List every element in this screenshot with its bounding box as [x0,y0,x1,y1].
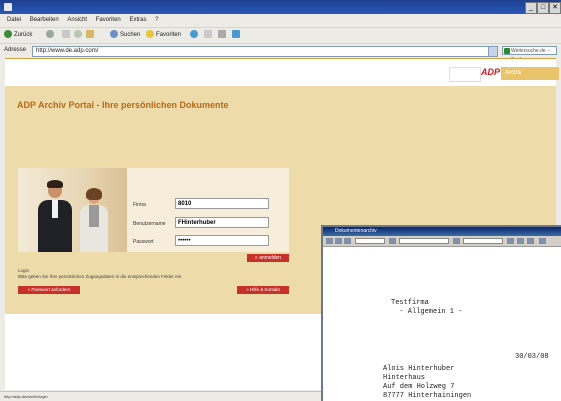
stop-button[interactable] [62,30,72,41]
search-provider-icon [504,48,510,54]
menu-ansicht[interactable]: Ansicht [67,14,87,27]
close-button[interactable]: ✕ [549,2,561,14]
title-bar: _ □ ✕ [0,0,561,14]
menu-extras[interactable]: Extras [129,14,146,27]
maximize-button[interactable]: □ [537,2,549,14]
address-label: Adresse [4,47,27,53]
search-icon [110,30,118,39]
toolbar-search-field[interactable]: Weitersuche.de – Suche [502,46,557,63]
favorites-label: Favoriten [156,32,182,38]
menu-bar: Datei Bearbeiten Ansicht Favoriten Extra… [0,14,561,27]
stop-icon [62,30,70,39]
people-photo [18,168,127,252]
hint-text: Bitte geben Sie Ihre persönlichen Zugang… [18,274,183,279]
refresh-button[interactable] [74,30,84,41]
menu-favoriten[interactable]: Favoriten [96,14,121,27]
benutzername-label: Benutzername [133,221,166,227]
media-button[interactable] [190,30,200,41]
viewer-zoom-field[interactable] [399,238,449,244]
minimize-button[interactable]: _ [525,2,537,14]
firma-label: Firma [133,202,146,208]
request-password-button[interactable]: » Passwort anfordern [18,286,80,294]
print-icon [218,30,226,39]
login-button[interactable]: » anmelden [247,254,289,262]
home-icon [86,30,94,39]
viewer-fit-icon[interactable] [539,238,546,244]
viewer-toolbar [323,236,561,247]
doc-line-2: - Allgemein 1 - [391,308,463,316]
doc-address-city: 87777 Hinterhainingen [383,392,472,400]
passwort-input[interactable]: •••••• [175,235,269,246]
favorites-button[interactable]: Favoriten [146,30,181,41]
edit-icon [232,30,240,39]
address-dropdown-icon[interactable] [488,46,498,57]
help-contact-button[interactable]: » Hilfe & Kontakt [237,286,289,294]
adp-logo: ADP [481,67,501,77]
viewer-next-icon[interactable] [453,238,460,244]
page-title: ADP Archiv Portal - Ihre persönlichen Do… [17,100,229,110]
benutzername-input[interactable]: FHinterhuber [175,217,269,228]
viewer-save-icon[interactable] [335,238,342,244]
doc-line-1: Testfirma [391,299,429,307]
star-icon [146,30,154,39]
login-form: Firma 8010 Benutzername FHinterhuber Pas… [127,168,289,252]
brand-header: ADP Archiv [449,67,559,82]
viewer-zoom-out-icon[interactable] [527,238,534,244]
doc-address-line2: Hinterhaus [383,374,426,382]
doc-date: 30/03/08 [515,353,549,361]
address-bar: Adresse http://www.de.adp.com/ Weitersuc… [0,43,561,63]
passwort-label: Passwort [133,239,154,245]
media-icon [190,30,198,39]
login-hint: Login Bitte geben Sie Ihre persönlichen … [18,268,182,280]
mail-button[interactable] [204,30,214,41]
viewer-print-icon[interactable] [344,238,351,244]
menu-help[interactable]: ? [155,14,158,27]
print-button[interactable] [218,30,228,41]
address-input[interactable]: http://www.de.adp.com/ [32,46,489,57]
person-man [38,180,72,252]
forward-button[interactable] [46,30,56,41]
back-label: Zurück [14,32,33,38]
document-viewer-window: Dokumentenarchiv Testfirma - Allgemein 1… [321,225,561,401]
back-arrow-icon [4,30,12,39]
search-label: Suchen [120,32,141,38]
viewer-open-icon[interactable] [326,238,333,244]
doc-address-name: Alois Hinterhuber [383,365,455,373]
back-button[interactable]: Zurück [4,30,32,41]
forward-arrow-icon [46,30,54,39]
doc-address-street: Auf dem Holzweg 7 [383,383,455,391]
menu-datei[interactable]: Datei [7,14,21,27]
menu-bearbeiten[interactable]: Bearbeiten [30,14,59,27]
viewer-title: Dokumentenarchiv [323,227,561,236]
viewer-prev-icon[interactable] [389,238,396,244]
refresh-icon [74,30,82,39]
viewer-search-field[interactable] [463,238,503,244]
home-button[interactable] [86,30,96,41]
logo-bar: Archiv [501,67,559,80]
search-button[interactable]: Suchen [110,30,140,41]
edit-button[interactable] [232,30,242,41]
top-divider [5,58,556,59]
viewer-page-field[interactable] [355,238,385,244]
person-woman [80,188,108,252]
firma-input[interactable]: 8010 [175,198,269,209]
logo-background [449,67,481,82]
toolbar: Zurück Suchen Favoriten [0,27,561,43]
mail-icon [204,30,212,39]
ie-icon [4,3,12,11]
viewer-zoom-in-icon[interactable] [517,238,524,244]
viewer-find-icon[interactable] [507,238,514,244]
